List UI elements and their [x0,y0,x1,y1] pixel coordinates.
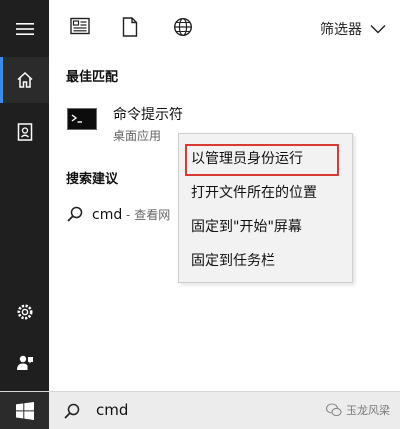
menu-item-pin-to-start[interactable]: 固定到"开始"屏幕 [179,209,354,243]
file-icon[interactable] [122,17,138,37]
globe-icon[interactable] [173,17,193,37]
search-suggestions-heading: 搜索建议 [66,172,119,187]
settings-icon [17,304,32,320]
search-suggestion-item[interactable]: cmd - 查看网 [60,200,190,228]
feedback-button[interactable] [0,339,49,385]
windows-logo-icon [15,402,34,420]
app-type: 桌面应用 [113,129,162,143]
settings-button[interactable] [0,289,49,335]
suggestion-hint: - 查看网 [122,207,171,222]
filter-dropdown[interactable]: 筛选器 [320,19,386,39]
menu-item-run-as-admin[interactable]: 以管理员身份运行 [179,141,354,176]
app-name: 命令提示符 [113,107,183,123]
notebook-icon [17,123,32,141]
home-button[interactable] [0,57,49,103]
menu-item-pin-to-taskbar[interactable]: 固定到任务栏 [179,243,354,277]
search-icon [64,403,80,419]
command-prompt-icon [67,108,97,130]
left-rail [0,0,49,391]
filter-label: 筛选器 [320,22,362,38]
menu-item-label: 固定到任务栏 [191,253,275,269]
menu-item-label: 打开文件所在的位置 [191,185,317,201]
taskbar: cmd 玉龙风梁 [0,391,400,429]
notebook-button[interactable] [0,109,49,155]
best-match-heading: 最佳匹配 [66,70,119,85]
hamburger-menu-button[interactable] [0,6,49,52]
search-icon [67,206,83,222]
chevron-down-icon [370,25,386,34]
suggestion-query: cmd [92,206,123,223]
hamburger-menu-icon [15,23,34,35]
watermark-text: 玉龙风梁 [346,404,390,417]
search-input[interactable]: cmd [96,401,128,419]
suggestion-query-text: cmd - 查看网 [92,206,170,223]
menu-item-label: 固定到"开始"屏幕 [191,219,302,235]
document-grid-icon[interactable] [70,17,90,35]
menu-item-open-file-location[interactable]: 打开文件所在的位置 [179,175,354,209]
menu-item-label: 以管理员身份运行 [191,151,303,167]
home-icon [16,71,33,88]
feedback-icon [16,355,33,370]
context-menu: 以管理员身份运行 打开文件所在的位置 固定到"开始"屏幕 固定到任务栏 [178,133,353,283]
wechat-icon [326,403,342,417]
watermark: 玉龙风梁 [326,402,390,418]
search-toolbar: 筛选器 [49,0,400,58]
start-button[interactable] [0,392,49,429]
